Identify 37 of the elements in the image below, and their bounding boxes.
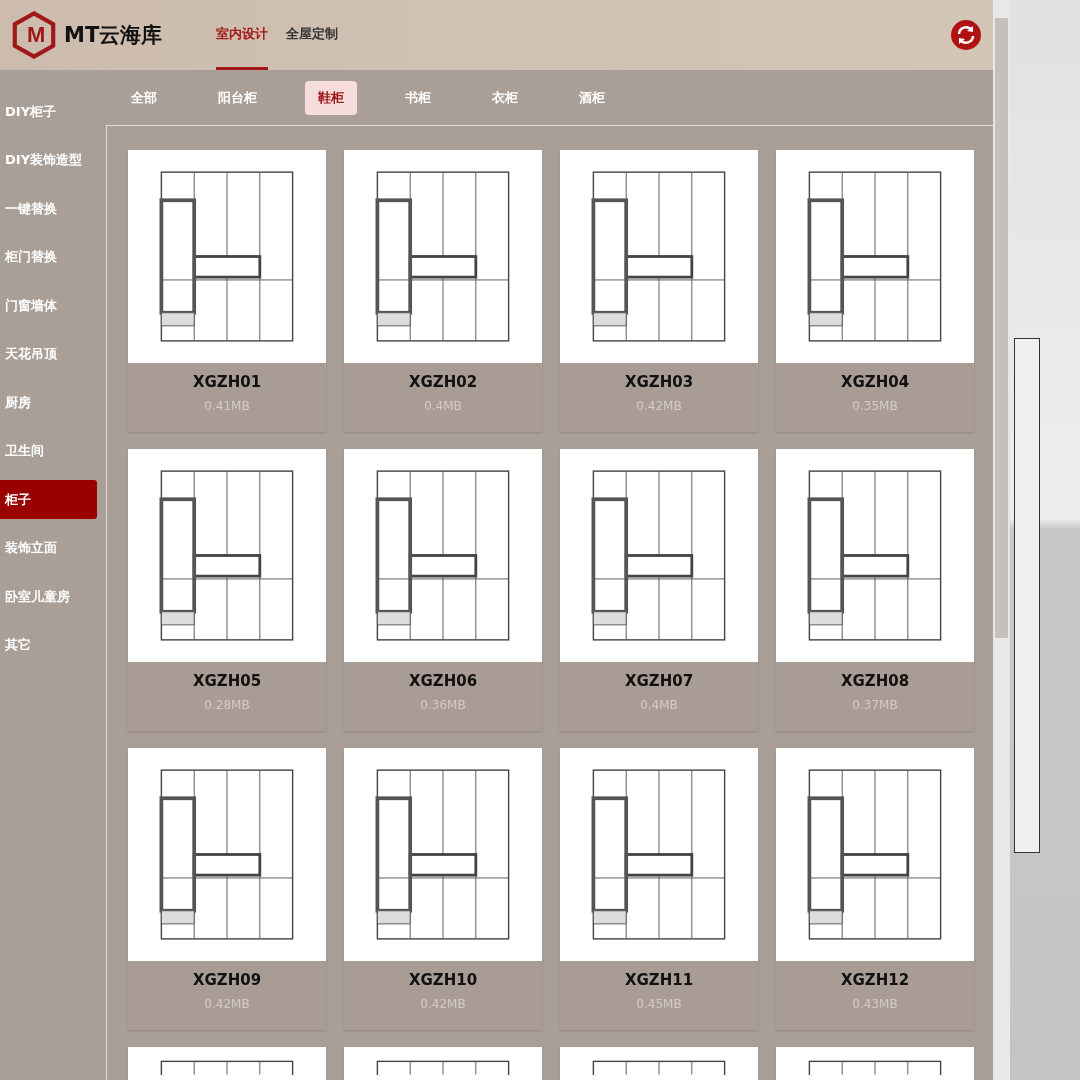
category-tab[interactable]: 鞋柜 [305,80,357,115]
nav-tab[interactable]: 全屋定制 [286,0,339,70]
logo-letter: M [27,22,46,48]
nav-tab[interactable]: 室内设计 [216,0,269,70]
sidebar-item[interactable]: 卫生间 [0,431,97,471]
sidebar-item[interactable]: 装饰立面 [0,528,97,568]
model-name: XGZH11 [624,971,694,989]
model-name: XGZH03 [624,373,694,391]
model-name: XGZH12 [840,971,910,989]
refresh-icon[interactable] [951,20,981,50]
sidebar-item[interactable]: 卧室儿童房 [0,577,97,616]
scrollbar[interactable] [993,0,1010,1080]
model-name: XGZH01 [192,373,262,391]
sidebar-item[interactable]: 天花吊顶 [0,334,97,374]
logo-icon [10,11,58,59]
model-name: XGZH07 [624,672,694,690]
category-tab[interactable]: 阳台柜 [205,80,270,115]
sidebar-item[interactable]: 门窗墙体 [0,286,97,325]
sidebar-item[interactable]: 其它 [0,625,97,665]
category-tab[interactable]: 衣柜 [479,80,531,115]
model-name: XGZH05 [192,672,262,690]
model-name: XGZH10 [408,971,478,989]
brand-name: MT云海库 [64,22,163,49]
category-tab[interactable]: 酒柜 [566,80,618,115]
model-name: XGZH08 [840,672,910,690]
sidebar-item[interactable]: 厨房 [0,383,97,422]
sidebar-item[interactable]: DIY柜子 [0,92,97,131]
model-name: XGZH09 [192,971,262,989]
sidebar-item[interactable]: DIY装饰造型 [0,140,97,180]
category-tab[interactable]: 全部 [118,80,170,115]
model-name: XGZH02 [408,373,478,391]
model-name: XGZH06 [408,672,478,690]
category-tab[interactable]: 书柜 [392,80,444,115]
model-name: XGZH04 [840,373,910,391]
sidebar-item[interactable]: 一键替换 [0,189,97,228]
sidebar-item[interactable]: 柜子 [0,480,97,519]
sidebar-item[interactable]: 柜门替换 [0,237,97,277]
